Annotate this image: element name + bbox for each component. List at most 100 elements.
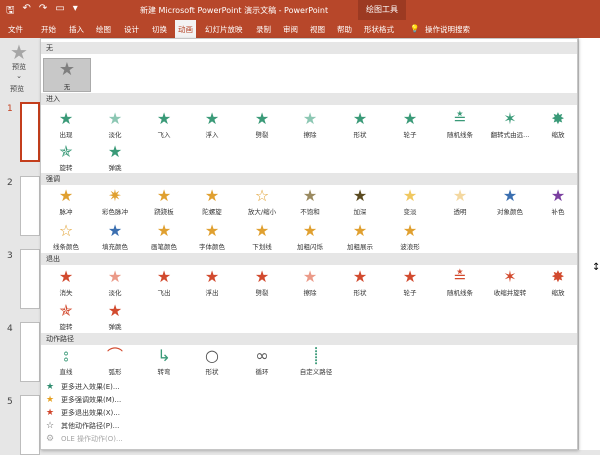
slide-thumbnail[interactable]: [20, 322, 40, 382]
section-header-entrance: 进入: [41, 93, 577, 105]
tab-view[interactable]: 视图: [310, 24, 325, 35]
tab-insert[interactable]: 插入: [69, 24, 84, 35]
tab-design[interactable]: 设计: [124, 24, 139, 35]
star-icon: ✶: [503, 109, 517, 128]
emphasis-wave[interactable]: ★ 波浪形: [387, 221, 433, 255]
tab-help[interactable]: 帮助: [337, 24, 352, 35]
star-icon: ✸: [551, 267, 565, 286]
entrance-fade[interactable]: ★ 淡化: [92, 109, 138, 143]
star-icon: ≛: [453, 109, 467, 128]
entrance-shape[interactable]: ★ 形状: [337, 109, 383, 143]
emphasis-transparency[interactable]: ★ 透明: [437, 186, 483, 220]
emphasis-object-color[interactable]: ★ 对象颜色: [487, 186, 533, 220]
save-icon[interactable]: 🖫: [6, 3, 15, 20]
entrance-swivel[interactable]: ✯ 旋转: [43, 142, 89, 176]
entrance-float-in[interactable]: ★ 浮入: [189, 109, 235, 143]
emphasis-darken[interactable]: ★ 加深: [337, 186, 383, 220]
tab-transitions[interactable]: 切换: [152, 24, 167, 35]
emphasis-underline[interactable]: ★ 下划线: [239, 221, 285, 255]
exit-split[interactable]: ★ 劈裂: [239, 267, 285, 301]
emphasis-complementary-color[interactable]: ★ 补色: [535, 186, 577, 220]
slide-thumbnail[interactable]: [20, 395, 40, 455]
tab-record[interactable]: 录制: [256, 24, 271, 35]
star-icon: ★: [302, 109, 318, 128]
path-arcs[interactable]: ⌒ 弧形: [92, 346, 138, 380]
exit-random-bars[interactable]: ≛ 随机线条: [437, 267, 483, 301]
exit-disappear[interactable]: ★ 消失: [43, 267, 89, 301]
exit-bounce[interactable]: ★ 弹跳: [92, 301, 138, 335]
tab-review[interactable]: 审阅: [283, 24, 298, 35]
emphasis-spin[interactable]: ★ 陀螺旋: [189, 186, 235, 220]
exit-shape[interactable]: ★ 形状: [337, 267, 383, 301]
tab-animations[interactable]: 动画: [175, 20, 196, 38]
star-icon: ★: [402, 186, 418, 205]
star-icon: ★: [204, 267, 220, 286]
customize-icon[interactable]: ▾: [73, 3, 78, 20]
star-icon: ★: [58, 59, 76, 80]
tab-home[interactable]: 开始: [41, 24, 56, 35]
preview-button[interactable]: ★ 预览 ⌄: [6, 42, 32, 80]
redo-icon[interactable]: ↷: [39, 3, 47, 20]
exit-wheel[interactable]: ★ 轮子: [387, 267, 433, 301]
more-emphasis-effects[interactable]: ★ 更多强调效果(M)...: [41, 394, 577, 407]
emphasis-font-color[interactable]: ★ 字体颜色: [189, 221, 235, 255]
animation-none[interactable]: ★ 无: [43, 58, 91, 92]
star-icon: ≛: [453, 267, 467, 286]
exit-zoom[interactable]: ✸ 缩放: [535, 267, 577, 301]
tab-draw[interactable]: 绘图: [96, 24, 111, 35]
path-custom[interactable]: ⸽ 自定义路径: [293, 346, 339, 380]
slide-thumbnail[interactable]: [20, 176, 40, 236]
star-icon: ✸: [551, 109, 565, 128]
start-icon[interactable]: ▭: [55, 3, 64, 20]
entrance-zoom[interactable]: ✸ 缩放: [535, 109, 577, 143]
more-exit-effects[interactable]: ★ 更多退出效果(X)...: [41, 407, 577, 420]
tab-shape-format[interactable]: 形状格式: [364, 24, 394, 35]
star-icon: ★: [254, 267, 270, 286]
path-shapes[interactable]: ○ 形状: [189, 346, 235, 380]
emphasis-fill-color[interactable]: ★ 填充颜色: [92, 221, 138, 255]
exit-wipe[interactable]: ★ 擦除: [287, 267, 333, 301]
emphasis-pulse[interactable]: ★ 脉冲: [43, 186, 89, 220]
entrance-wipe[interactable]: ★ 擦除: [287, 109, 333, 143]
more-entrance-effects[interactable]: ★ 更多进入效果(E)...: [41, 381, 577, 394]
slide-thumbnail[interactable]: [20, 102, 40, 162]
entrance-random-bars[interactable]: ≛ 随机线条: [437, 109, 483, 143]
emphasis-lighten[interactable]: ★ 变淡: [387, 186, 433, 220]
star-icon: ✯: [59, 301, 73, 320]
emphasis-bold-reveal[interactable]: ★ 加粗展示: [337, 221, 383, 255]
tell-me-search[interactable]: 操作说明搜索: [425, 24, 470, 35]
entrance-grow-turn[interactable]: ✶ 翻转式由远...: [487, 109, 533, 143]
exit-swivel[interactable]: ✯ 旋转: [43, 301, 89, 335]
emphasis-color-pulse[interactable]: ✷ 彩色脉冲: [92, 186, 138, 220]
turn-path-icon: ↳: [157, 346, 171, 365]
path-turns[interactable]: ↳ 转弯: [141, 346, 187, 380]
slide-number: 2: [7, 178, 13, 188]
star-icon: ★: [302, 267, 318, 286]
star-icon: ★: [107, 109, 123, 128]
entrance-split[interactable]: ★ 劈裂: [239, 109, 285, 143]
exit-fly-out[interactable]: ★ 飞出: [141, 267, 187, 301]
exit-float-out[interactable]: ★ 浮出: [189, 267, 235, 301]
entrance-wheel[interactable]: ★ 轮子: [387, 109, 433, 143]
path-loops[interactable]: ∞ 循环: [239, 346, 285, 380]
emphasis-grow-shrink[interactable]: ☆ 放大/缩小: [239, 186, 285, 220]
emphasis-brush-color[interactable]: ★ 画笔颜色: [141, 221, 187, 255]
emphasis-desaturate[interactable]: ★ 不饱和: [287, 186, 333, 220]
undo-icon[interactable]: ↶: [23, 3, 31, 20]
path-lines[interactable]: ⦂ 直线: [43, 346, 89, 380]
entrance-fly-in[interactable]: ★ 飞入: [141, 109, 187, 143]
tab-slideshow[interactable]: 幻灯片放映: [205, 24, 243, 35]
slide-canvas-edge: [578, 38, 600, 450]
entrance-appear[interactable]: ★ 出现: [43, 109, 89, 143]
star-icon: ★: [352, 221, 368, 240]
ole-action-verbs[interactable]: ⚙ OLE 操作动作(O)...: [41, 433, 577, 446]
exit-shrink-turn[interactable]: ✶ 收缩并旋转: [487, 267, 533, 301]
tab-file[interactable]: 文件: [8, 24, 23, 35]
slide-thumbnail[interactable]: [20, 249, 40, 309]
emphasis-line-color[interactable]: ☆ 线条颜色: [43, 221, 89, 255]
exit-fade[interactable]: ★ 淡化: [92, 267, 138, 301]
more-motion-paths[interactable]: ☆ 其他动作路径(P)...: [41, 420, 577, 433]
emphasis-bold-flash[interactable]: ★ 加粗闪烁: [287, 221, 333, 255]
emphasis-teeter[interactable]: ★ 跷跷板: [141, 186, 187, 220]
entrance-bounce[interactable]: ★ 弹跳: [92, 142, 138, 176]
